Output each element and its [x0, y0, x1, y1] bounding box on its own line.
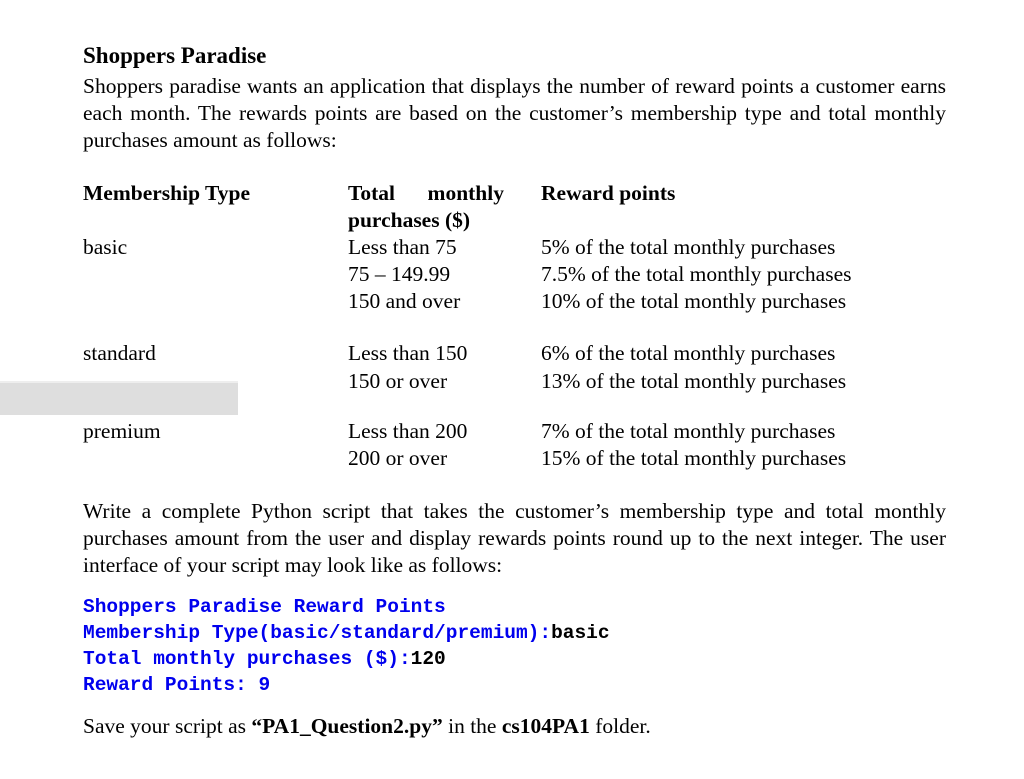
reward-cell: 13% of the total monthly purchases	[541, 369, 847, 393]
reward-cell: 7.5% of the total monthly purchases	[541, 262, 852, 286]
range-cell: Less than 150	[348, 341, 468, 365]
output-title: Shoppers Paradise Reward Points	[83, 596, 446, 618]
range-cell: Less than 75	[348, 235, 457, 259]
range-cell: 150 and over	[348, 289, 461, 313]
membership-premium: premium	[83, 419, 161, 443]
instructions-paragraph: Write a complete Python script that take…	[83, 499, 946, 577]
range-cell: 75 – 149.99	[348, 262, 451, 286]
header-membership-type: Membership Type	[83, 181, 251, 205]
save-note: Save your script as “PA1_Question2.py” i…	[83, 714, 651, 739]
sample-output-line: Membership Type(basic/standard/premium):…	[83, 620, 610, 646]
membership-input-value: basic	[551, 622, 610, 644]
save-note-text: Save your script as	[83, 714, 252, 738]
reward-points-result: Reward Points: 9	[83, 674, 271, 696]
reward-cell: 10% of the total monthly purchases	[541, 289, 847, 313]
sample-output-line: Shoppers Paradise Reward Points	[83, 594, 610, 620]
folder-name: cs104PA1	[501, 714, 590, 738]
membership-standard: standard	[83, 341, 156, 365]
sample-output-line: Reward Points: 9	[83, 672, 610, 698]
selection-highlight-bar	[0, 381, 238, 415]
save-note-text: in the	[442, 714, 502, 738]
range-cell: Less than 200	[348, 419, 468, 443]
purchases-prompt: Total monthly purchases ($):	[83, 648, 411, 670]
save-note-text: folder.	[589, 714, 651, 738]
sample-output-line: Total monthly purchases ($):120	[83, 646, 610, 672]
script-filename: “PA1_Question2.py”	[251, 714, 443, 738]
reward-cell: 5% of the total monthly purchases	[541, 235, 836, 259]
reward-cell: 6% of the total monthly purchases	[541, 341, 836, 365]
membership-basic: basic	[83, 235, 128, 259]
document-title: Shoppers Paradise	[83, 43, 267, 68]
range-cell: 150 or over	[348, 369, 448, 393]
header-reward-points: Reward points	[541, 181, 676, 205]
sample-output: Shoppers Paradise Reward Points Membersh…	[83, 594, 610, 698]
membership-prompt: Membership Type(basic/standard/premium):	[83, 622, 552, 644]
purchases-input-value: 120	[410, 648, 446, 670]
header-total-monthly-purchases: Total monthly purchases ($)	[348, 181, 504, 232]
intro-paragraph: Shoppers paradise wants an application t…	[83, 74, 946, 152]
range-cell: 200 or over	[348, 446, 448, 470]
reward-cell: 15% of the total monthly purchases	[541, 446, 847, 470]
reward-cell: 7% of the total monthly purchases	[541, 419, 836, 443]
